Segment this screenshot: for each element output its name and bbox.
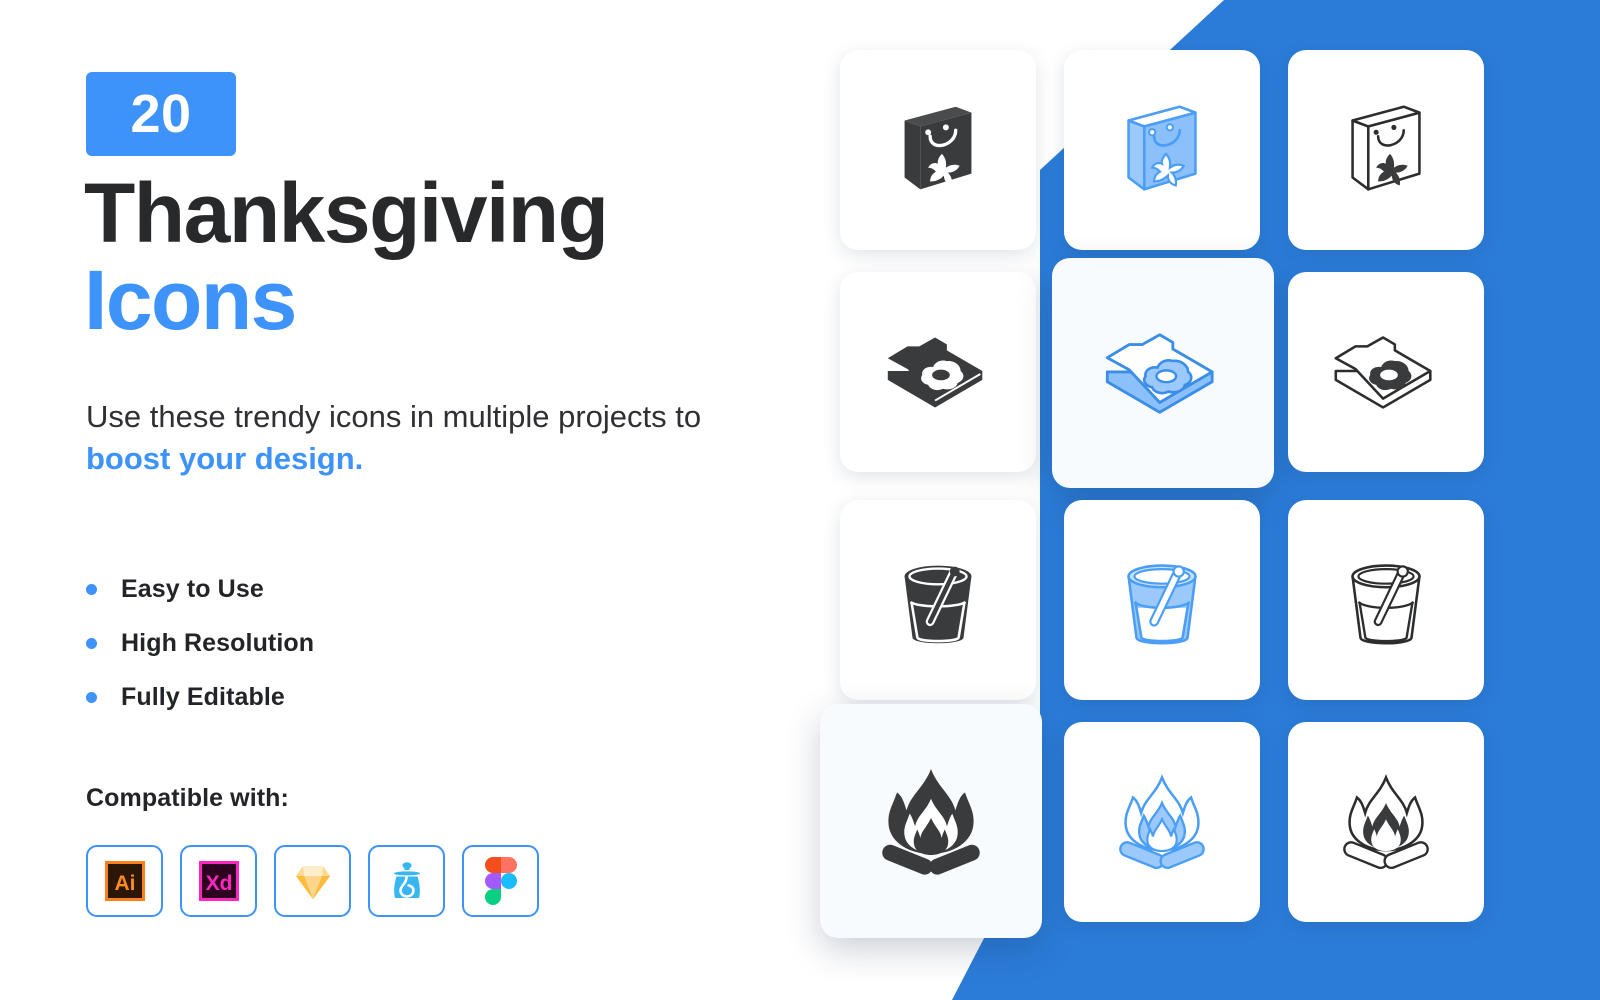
list-item: Easy to Use bbox=[86, 562, 586, 616]
left-info-panel: 20 Thanksgiving Icons Use these trendy i… bbox=[0, 0, 800, 1000]
app-figma[interactable] bbox=[462, 845, 539, 917]
compatible-with-heading: Compatible with: bbox=[86, 784, 289, 812]
icon-count-value: 20 bbox=[130, 84, 192, 144]
icon-card-campfire-outline[interactable] bbox=[1288, 722, 1484, 922]
feature-label: Fully Editable bbox=[121, 682, 285, 711]
app-adobe-xd[interactable]: Xd bbox=[180, 845, 257, 917]
sketch-icon bbox=[295, 866, 330, 899]
icon-card-shopping-bag-color[interactable] bbox=[1064, 50, 1260, 250]
campfire-icon bbox=[1119, 774, 1205, 870]
app-sketch[interactable] bbox=[274, 845, 351, 917]
frying-pan-egg-icon bbox=[1334, 336, 1432, 409]
right-showcase-panel bbox=[800, 0, 1600, 1000]
figma-icon bbox=[484, 857, 517, 905]
bullet-dot-icon bbox=[86, 583, 97, 595]
icon-card-cooking-pot-outline[interactable] bbox=[1288, 500, 1484, 700]
icon-card-frying-pan-outline[interactable] bbox=[1288, 272, 1484, 472]
cooking-pot-icon bbox=[1127, 564, 1197, 645]
cooking-pot-icon bbox=[904, 565, 972, 644]
bullet-dot-icon bbox=[86, 637, 97, 649]
adobe-xd-icon: Xd bbox=[198, 861, 239, 901]
frying-pan-egg-icon bbox=[887, 337, 983, 408]
invision-icon bbox=[393, 862, 420, 898]
frying-pan-egg-icon bbox=[1105, 333, 1214, 414]
page-title: Thanksgiving Icons bbox=[84, 166, 784, 348]
campfire-icon bbox=[1343, 774, 1429, 870]
icon-card-campfire-solid[interactable] bbox=[820, 704, 1042, 938]
title-line-2: Icons bbox=[84, 253, 297, 348]
shopping-bag-icon bbox=[904, 106, 972, 190]
subtitle: Use these trendy icons in multiple proje… bbox=[86, 396, 706, 480]
shopping-bag-icon bbox=[1351, 105, 1421, 191]
subtitle-highlight: boost your design. bbox=[86, 440, 364, 476]
app-invision[interactable] bbox=[368, 845, 445, 917]
icon-card-shopping-bag-outline[interactable] bbox=[1288, 50, 1484, 250]
icon-grid bbox=[800, 0, 1600, 1000]
icon-card-frying-pan-solid[interactable] bbox=[840, 272, 1036, 472]
subtitle-text: Use these trendy icons in multiple proje… bbox=[86, 399, 702, 434]
title-line-1: Thanksgiving bbox=[84, 166, 609, 260]
campfire-icon bbox=[882, 768, 980, 875]
icon-card-shopping-bag-solid[interactable] bbox=[840, 50, 1036, 250]
feature-label: Easy to Use bbox=[121, 574, 264, 603]
icon-card-cooking-pot-solid[interactable] bbox=[840, 500, 1036, 700]
feature-list: Easy to Use High Resolution Fully Editab… bbox=[86, 562, 586, 724]
feature-label: High Resolution bbox=[121, 628, 315, 657]
app-adobe-illustrator[interactable]: Ai bbox=[86, 845, 163, 917]
icon-card-campfire-color[interactable] bbox=[1064, 722, 1260, 922]
poster-root: 20 Thanksgiving Icons Use these trendy i… bbox=[0, 0, 1600, 1000]
icon-card-frying-pan-color[interactable] bbox=[1052, 258, 1274, 488]
shopping-bag-icon bbox=[1127, 105, 1197, 191]
list-item: Fully Editable bbox=[86, 670, 586, 724]
adobe-illustrator-icon: Ai bbox=[104, 861, 145, 901]
list-item: High Resolution bbox=[86, 616, 586, 670]
bullet-dot-icon bbox=[86, 691, 97, 703]
icon-count-badge: 20 bbox=[86, 72, 236, 156]
svg-text:Ai: Ai bbox=[114, 872, 135, 895]
cooking-pot-icon bbox=[1351, 564, 1421, 645]
svg-text:Xd: Xd bbox=[205, 872, 232, 895]
icon-card-cooking-pot-color[interactable] bbox=[1064, 500, 1260, 700]
compatible-apps-list: Ai Xd bbox=[86, 845, 539, 917]
